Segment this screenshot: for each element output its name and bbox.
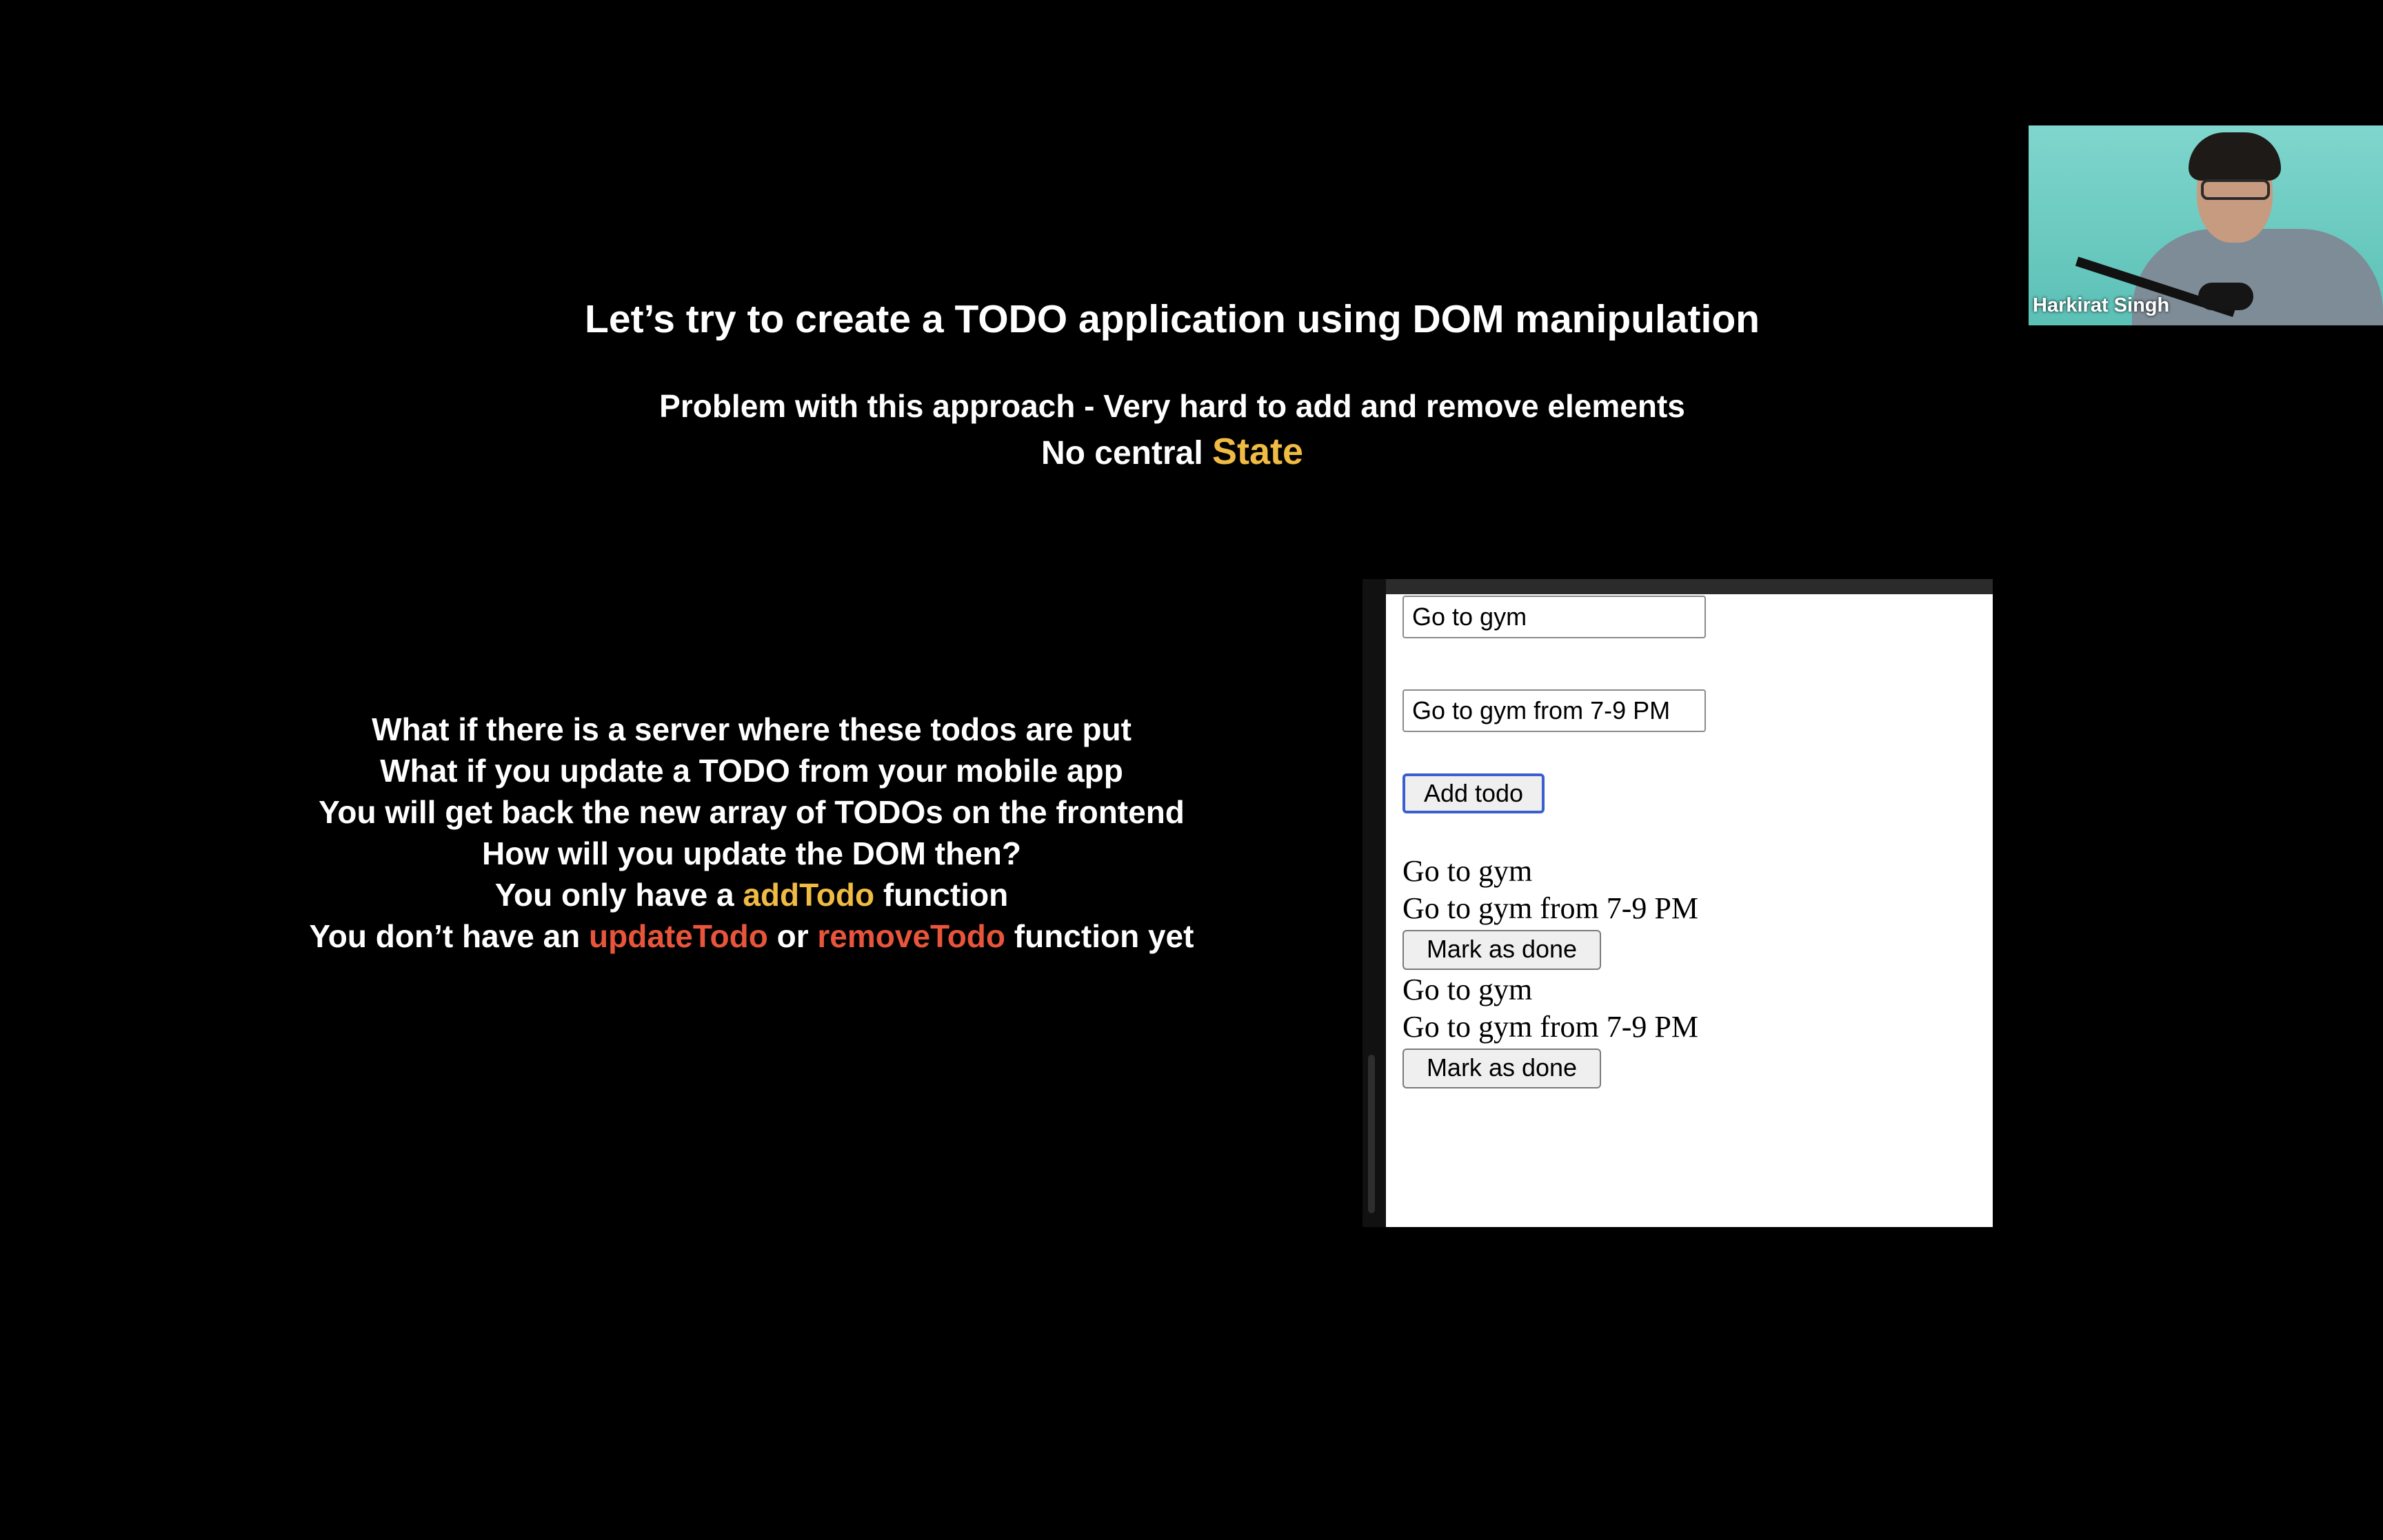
bullet-line-6: You don’t have an updateTodo or removeTo… — [207, 915, 1296, 957]
participant-name: Harkirat Singh — [2033, 294, 2170, 316]
participant-video-tile: Harkirat Singh — [2029, 125, 2383, 325]
presenter-glasses — [2201, 179, 2270, 200]
slide-problem-text: Problem with this approach - Very hard t… — [659, 388, 1685, 424]
demo-frame-sidebar — [1363, 579, 1386, 1227]
todo-item-description: Go to gym from 7-9 PM — [1402, 891, 1698, 925]
slide-bullets: What if there is a server where these to… — [207, 709, 1296, 957]
bullet-6-prefix: You don’t have an — [309, 918, 590, 954]
microphone-icon — [2198, 283, 2253, 310]
no-central-label: No central — [1040, 435, 1212, 472]
removetodo-highlight: removeTodo — [817, 918, 1006, 954]
todo-description-input[interactable]: Go to gym from 7-9 PM — [1402, 689, 1706, 732]
scrollbar-thumb[interactable] — [1368, 1055, 1375, 1213]
bullet-line-3: You will get back the new array of TODOs… — [319, 794, 1185, 830]
mark-as-done-button[interactable]: Mark as done — [1402, 930, 1601, 970]
bullet-6-suffix: function yet — [1005, 918, 1194, 954]
slide-title: Let’s try to create a TODO application u… — [585, 297, 1760, 341]
add-todo-button[interactable]: Add todo — [1402, 773, 1545, 813]
presenter-hair — [2189, 132, 2281, 181]
bullet-5-prefix: You only have a — [494, 877, 743, 913]
addtodo-highlight: addTodo — [743, 877, 875, 913]
updatetodo-highlight: updateTodo — [589, 918, 768, 954]
bullet-line-5: You only have a addTodo function — [207, 874, 1296, 915]
bullet-line-1: What if there is a server where these to… — [372, 711, 1132, 747]
state-word: State — [1212, 431, 1304, 472]
bullet-6-mid: or — [767, 918, 818, 954]
todo-item-description: Go to gym from 7-9 PM — [1402, 1010, 1698, 1044]
bullet-line-2: What if you update a TODO from your mobi… — [380, 753, 1123, 789]
todo-item-title: Go to gym — [1402, 973, 1533, 1006]
todo-title-input[interactable]: Go to gym — [1402, 596, 1706, 638]
bullet-line-4: How will you update the DOM then? — [482, 835, 1021, 871]
demo-frame-topbar — [1363, 579, 1993, 594]
todo-item-title: Go to gym — [1402, 854, 1533, 888]
bullet-5-suffix: function — [874, 877, 1009, 913]
slide-no-central-state: No central State — [0, 430, 2344, 473]
presenter-body — [2132, 229, 2383, 325]
mark-as-done-button[interactable]: Mark as done — [1402, 1048, 1601, 1088]
